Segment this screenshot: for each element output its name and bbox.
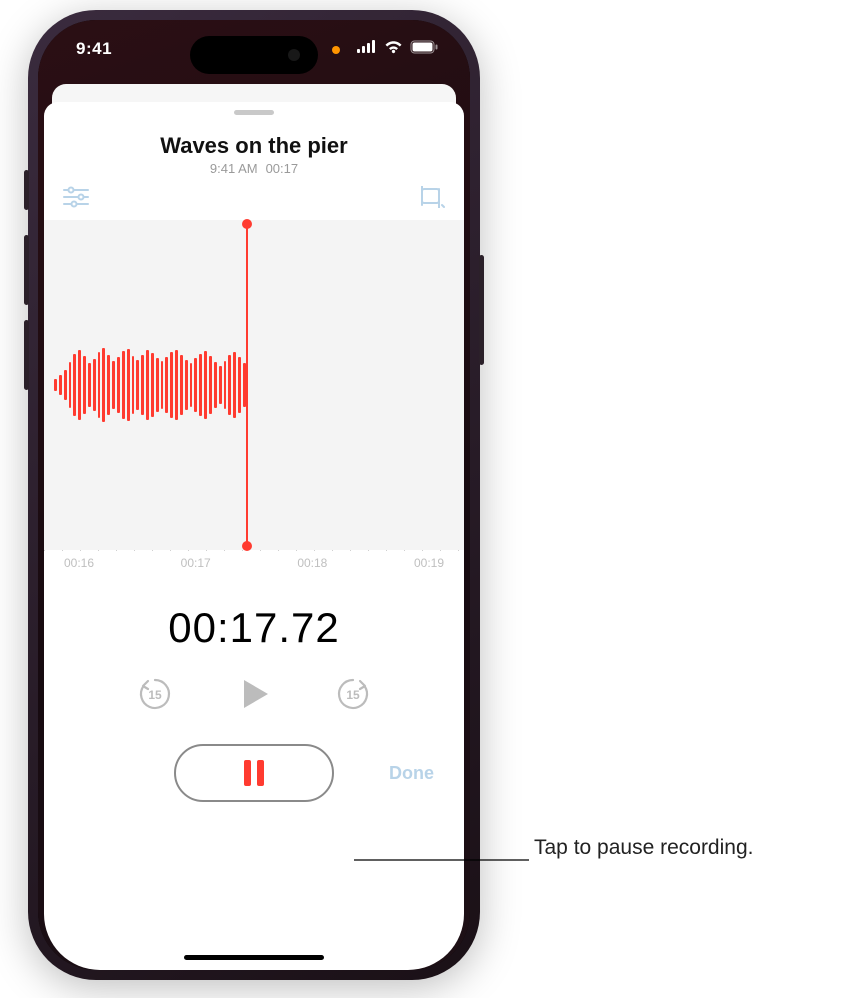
wifi-icon bbox=[384, 40, 403, 59]
cellular-icon bbox=[357, 40, 377, 58]
recording-indicator-dot-icon bbox=[332, 46, 340, 54]
skip-forward-button[interactable]: 15 bbox=[334, 675, 372, 713]
recording-time-label: 9:41 AM bbox=[210, 161, 258, 176]
volume-down-button bbox=[24, 320, 29, 390]
skip-back-button[interactable]: 15 bbox=[136, 675, 174, 713]
timeline-ruler: 00:16 00:17 00:18 00:19 bbox=[44, 550, 464, 570]
trim-icon[interactable] bbox=[418, 186, 446, 208]
waveform bbox=[44, 325, 246, 445]
volume-up-button bbox=[24, 235, 29, 305]
svg-text:15: 15 bbox=[346, 688, 360, 702]
waveform-area[interactable] bbox=[44, 220, 464, 550]
recording-sheet: Waves on the pier 9:41 AM 00:17 bbox=[44, 102, 464, 970]
playhead-handle-top-icon[interactable] bbox=[242, 219, 252, 229]
iphone-frame: 9:41 Waves on the pier 9:41 AM bbox=[28, 10, 480, 980]
timeline-tick: 00:16 bbox=[64, 556, 94, 570]
pause-icon bbox=[244, 760, 264, 786]
screen: 9:41 Waves on the pier 9:41 AM bbox=[38, 20, 470, 970]
pause-recording-button[interactable] bbox=[174, 744, 334, 802]
play-button[interactable] bbox=[234, 674, 274, 714]
dynamic-island bbox=[190, 36, 318, 74]
annotation-text: Tap to pause recording. bbox=[534, 836, 753, 860]
options-icon[interactable] bbox=[62, 186, 90, 208]
recording-duration-label: 00:17 bbox=[266, 161, 299, 176]
recording-header: Waves on the pier 9:41 AM 00:17 bbox=[44, 115, 464, 176]
timeline-tick: 00:17 bbox=[181, 556, 211, 570]
playback-controls: 15 15 bbox=[44, 674, 464, 714]
battery-icon bbox=[410, 40, 438, 59]
done-button[interactable]: Done bbox=[389, 763, 434, 784]
power-button bbox=[479, 255, 484, 365]
svg-text:15: 15 bbox=[148, 688, 162, 702]
timeline-tick: 00:19 bbox=[414, 556, 444, 570]
home-indicator[interactable] bbox=[184, 955, 324, 960]
recording-title: Waves on the pier bbox=[44, 133, 464, 159]
playhead[interactable] bbox=[246, 224, 248, 546]
status-time: 9:41 bbox=[76, 39, 112, 59]
timeline-tick: 00:18 bbox=[297, 556, 327, 570]
elapsed-time: 00:17.72 bbox=[44, 604, 464, 652]
silence-switch bbox=[24, 170, 29, 210]
